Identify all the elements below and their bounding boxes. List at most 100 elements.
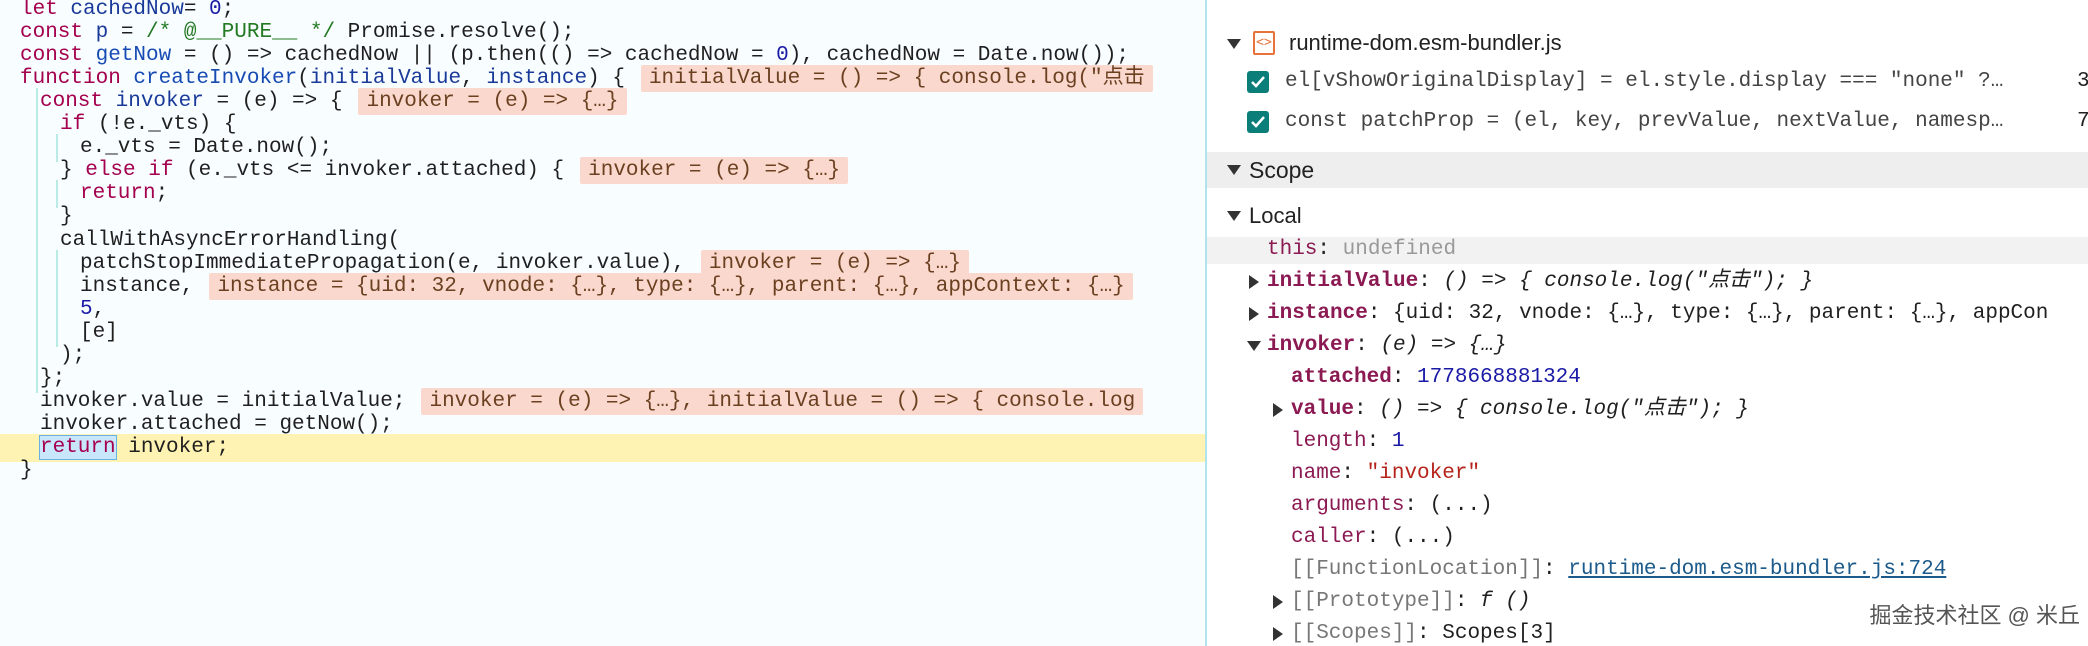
scope-value[interactable]: (...) bbox=[1430, 494, 1493, 517]
keyword-token: const bbox=[20, 21, 96, 45]
source-file-icon: <> bbox=[1253, 31, 1275, 55]
chevron-right-icon[interactable] bbox=[1273, 403, 1283, 417]
colon: : bbox=[1366, 430, 1392, 453]
scope-section-header[interactable]: Scope bbox=[1207, 152, 2088, 188]
colon: : bbox=[1367, 302, 1394, 325]
scope-prop-value[interactable]: value: () => { console.log("点击"); } bbox=[1207, 397, 2088, 424]
code-token: , bbox=[92, 297, 106, 321]
code-token: ; bbox=[221, 0, 235, 21]
code-token: createInvoker bbox=[133, 67, 298, 91]
scope-value: Scopes[3] bbox=[1442, 622, 1556, 645]
scope-key: [[Scopes]] bbox=[1291, 622, 1418, 645]
breakpoint-row-cut bbox=[1207, 0, 2088, 10]
breakpoint-checkbox[interactable] bbox=[1247, 111, 1269, 133]
colon: : bbox=[1543, 558, 1569, 581]
scope-key: this bbox=[1267, 238, 1318, 261]
colon: : bbox=[1418, 270, 1444, 293]
code-token: patchStopImmediatePropagation(e, invoker… bbox=[80, 251, 685, 275]
scope-var-this[interactable]: this: undefined bbox=[1207, 237, 2088, 264]
code-token: 5 bbox=[80, 297, 93, 321]
breakpoint-item[interactable]: el[vShowOriginalDisplay] = el.style.disp… bbox=[1207, 68, 2088, 98]
scope-value: undefined bbox=[1342, 238, 1457, 261]
breakpoint-line-number: 7 bbox=[2077, 110, 2088, 133]
breakpoint-file-item[interactable]: <> runtime-dom.esm-bundler.js bbox=[1207, 28, 2088, 60]
function-location-link[interactable]: runtime-dom.esm-bundler.js:724 bbox=[1568, 558, 1946, 581]
code-token: = () => cachedNow || (p.then(() => cache… bbox=[171, 44, 777, 68]
chevron-right-icon[interactable] bbox=[1273, 627, 1283, 641]
colon: : bbox=[1417, 622, 1443, 645]
scope-key: caller bbox=[1291, 526, 1367, 549]
scope-title: Scope bbox=[1249, 157, 1315, 183]
scope-value: f () bbox=[1480, 590, 1531, 613]
local-scope-header[interactable]: Local bbox=[1207, 201, 2088, 231]
code-token: instance bbox=[486, 67, 588, 91]
debugger-sidebar: <> runtime-dom.esm-bundler.js el[vShowOr… bbox=[1205, 0, 2088, 646]
chevron-down-icon[interactable] bbox=[1227, 39, 1241, 49]
code-token: 0 bbox=[776, 44, 789, 68]
code-token: } bbox=[20, 459, 33, 482]
code-token: getNow bbox=[95, 44, 172, 68]
local-title: Local bbox=[1249, 203, 1302, 228]
scope-value: 1 bbox=[1391, 430, 1405, 453]
scope-key: [[FunctionLocation]] bbox=[1291, 558, 1544, 581]
scope-prop-name[interactable]: name: "invoker" bbox=[1207, 461, 2088, 488]
code-token: instance, bbox=[80, 274, 194, 298]
code-token: invoker.value = initialValue; bbox=[40, 389, 406, 413]
colon: : bbox=[1404, 494, 1430, 517]
scope-value: () => { console.log("点击"); } bbox=[1379, 398, 1749, 421]
breakpoint-text: const patchProp = (el, key, prevValue, n… bbox=[1285, 110, 2004, 133]
code-token: (e._vts <= invoker.attached) { bbox=[186, 159, 565, 183]
breakpoint-checkbox[interactable] bbox=[1247, 71, 1269, 93]
scope-var-instance[interactable]: instance: {uid: 32, vnode: {…}, type: {…… bbox=[1207, 301, 2088, 328]
keyword-token: return bbox=[80, 182, 156, 206]
keyword-token: let bbox=[20, 0, 71, 21]
code-line[interactable]: } bbox=[0, 457, 1205, 485]
keyword-token: const bbox=[40, 90, 116, 114]
code-token: = bbox=[108, 21, 147, 45]
keyword-token: else if bbox=[85, 159, 187, 183]
code-token: e._vts = Date.now(); bbox=[80, 136, 333, 160]
scope-value: (e) => {…} bbox=[1380, 334, 1507, 357]
code-token: = (e) => { bbox=[203, 90, 343, 114]
chevron-right-icon[interactable] bbox=[1273, 595, 1283, 609]
scope-value: "invoker" bbox=[1366, 462, 1481, 485]
scope-prop-length[interactable]: length: 1 bbox=[1207, 429, 2088, 456]
chevron-down-icon[interactable] bbox=[1227, 165, 1241, 175]
scope-prop-arguments[interactable]: arguments: (...) bbox=[1207, 493, 2088, 520]
scope-prop-function-location[interactable]: [[FunctionLocation]]: runtime-dom.esm-bu… bbox=[1207, 557, 2088, 584]
code-token: (!e._vts) { bbox=[97, 113, 237, 137]
scope-value: 1778668881324 bbox=[1417, 366, 1581, 389]
chevron-down-icon[interactable] bbox=[1227, 211, 1241, 221]
code-token: , bbox=[461, 67, 487, 91]
colon: : bbox=[1341, 462, 1367, 485]
scope-var-initialValue[interactable]: initialValue: () => { console.log("点击");… bbox=[1207, 269, 2088, 296]
scope-key: instance bbox=[1267, 302, 1368, 325]
code-token: initialValue bbox=[309, 67, 462, 91]
scope-prop-caller[interactable]: caller: (...) bbox=[1207, 525, 2088, 552]
scope-key: name bbox=[1291, 462, 1342, 485]
chevron-right-icon[interactable] bbox=[1249, 275, 1259, 289]
breakpoint-item[interactable]: const patchProp = (el, key, prevValue, n… bbox=[1207, 108, 2088, 138]
chevron-right-icon[interactable] bbox=[1249, 307, 1259, 321]
code-token: ) { bbox=[587, 67, 625, 91]
code-token: } bbox=[60, 159, 86, 183]
scope-key: length bbox=[1291, 430, 1367, 453]
keyword-token: return bbox=[39, 434, 117, 460]
code-token: invoker.attached = getNow(); bbox=[40, 412, 393, 436]
scope-var-invoker[interactable]: invoker: (e) => {…} bbox=[1207, 333, 2088, 360]
code-text: } bbox=[20, 457, 33, 485]
code-token: }; bbox=[40, 366, 66, 390]
scope-prop-attached[interactable]: attached: 1778668881324 bbox=[1207, 365, 2088, 392]
scope-key: invoker bbox=[1267, 334, 1356, 357]
code-token: callWithAsyncErrorHandling( bbox=[60, 228, 401, 252]
chevron-down-icon[interactable] bbox=[1247, 341, 1261, 351]
colon: : bbox=[1366, 526, 1392, 549]
watermark-text: 掘金技术社区 @ 米丘 bbox=[1869, 603, 2080, 628]
scope-value[interactable]: (...) bbox=[1392, 526, 1455, 549]
code-token: ( bbox=[297, 67, 310, 91]
code-token: } bbox=[60, 205, 73, 229]
code-editor[interactable]: let cachedNow= 0; const p = /* @__PURE__ … bbox=[0, 0, 1205, 646]
code-token: [e] bbox=[80, 320, 118, 344]
code-token: p bbox=[95, 21, 109, 45]
scope-key: value bbox=[1291, 398, 1355, 421]
